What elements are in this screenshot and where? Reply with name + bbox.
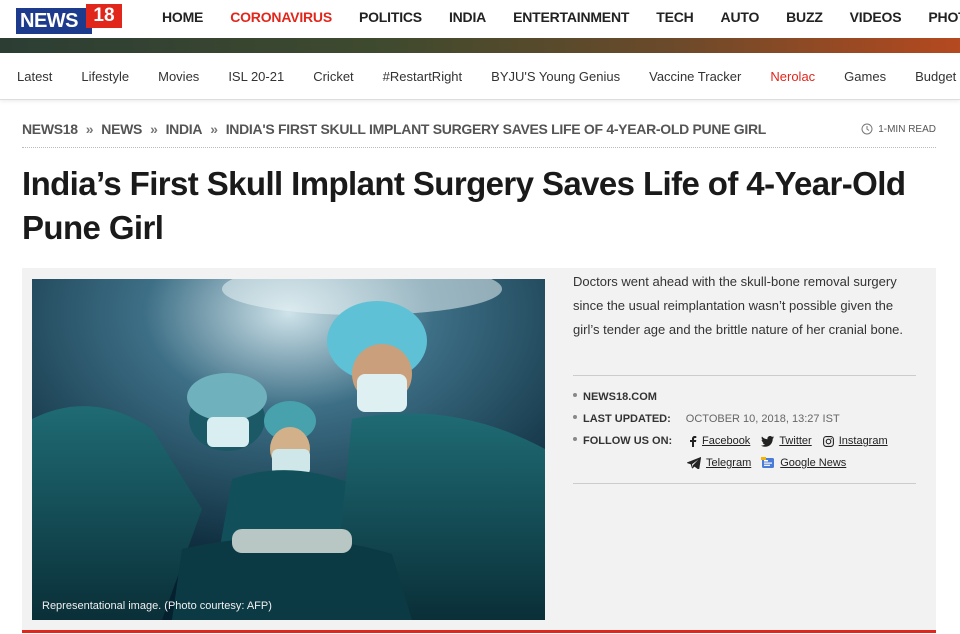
nav-coronavirus[interactable]: CORONAVIRUS <box>230 9 332 25</box>
subnav-vaccine-tracker[interactable]: Vaccine Tracker <box>649 69 741 84</box>
subnav-games[interactable]: Games <box>844 69 886 84</box>
divider <box>573 483 916 484</box>
article-meta: NEWS18.COM LAST UPDATED: OCTOBER 10, 2018… <box>573 386 918 474</box>
header-banner <box>0 38 960 53</box>
telegram-icon <box>687 457 701 469</box>
follow-label: FOLLOW US ON: <box>583 435 673 447</box>
article-photo: Representational image. (Photo courtesy:… <box>32 279 545 620</box>
last-updated-label: LAST UPDATED: <box>583 413 671 425</box>
bullet <box>573 437 577 441</box>
breadcrumb-separator: » <box>210 121 218 137</box>
breadcrumb-separator: » <box>85 121 94 137</box>
logo-word: NEWS <box>16 8 92 34</box>
nav-home[interactable]: HOME <box>162 9 203 25</box>
nav-politics[interactable]: POLITICS <box>359 9 422 25</box>
breadcrumb-separator: » <box>150 121 158 137</box>
read-time: 1-MIN READ <box>861 123 936 135</box>
breadcrumb-news[interactable]: NEWS <box>101 121 142 137</box>
divider <box>573 375 916 376</box>
subnav-latest[interactable]: Latest <box>17 69 52 84</box>
telegram-link[interactable]: Telegram <box>687 452 751 474</box>
source-label: NEWS18.COM <box>583 391 657 403</box>
subnav-cricket[interactable]: Cricket <box>313 69 353 84</box>
facebook-link[interactable]: Facebook <box>689 430 750 452</box>
instagram-icon <box>822 435 834 447</box>
telegram-label: Telegram <box>706 457 752 469</box>
google-news-label: Google News <box>780 457 847 469</box>
bullet <box>573 415 577 419</box>
logo-number: 18 <box>86 4 122 28</box>
subnav-lifestyle[interactable]: Lifestyle <box>81 69 129 84</box>
breadcrumb-list: NEWS18 » NEWS » INDIA » INDIA'S FIRST SKULL IM… <box>22 121 766 137</box>
main-nav: HOME CORONAVIRUS POLITICS INDIA ENTERTAI… <box>162 0 960 34</box>
meta-follow-row: FOLLOW US ON: Facebook Twitter Instagram <box>573 430 918 474</box>
nav-videos[interactable]: VIDEOS <box>850 9 902 25</box>
subnav-movies[interactable]: Movies <box>158 69 199 84</box>
breadcrumb-news18[interactable]: NEWS18 <box>22 121 78 137</box>
social-links: Facebook Twitter Instagram <box>689 430 899 452</box>
subnav-nerolac[interactable]: Nerolac <box>770 69 815 84</box>
subnav-isl[interactable]: ISL 20-21 <box>228 69 284 84</box>
nav-buzz[interactable]: BUZZ <box>786 9 823 25</box>
instagram-link[interactable]: Instagram <box>822 430 888 452</box>
sub-nav: Latest Lifestyle Movies ISL 20-21 Cricke… <box>0 53 960 100</box>
breadcrumb: NEWS18 » NEWS » INDIA » INDIA'S FIRST SKULL IM… <box>22 121 936 148</box>
subnav-restartright[interactable]: #RestartRight <box>383 69 462 84</box>
surgery-photo-illustration <box>32 279 545 620</box>
article-summary: Doctors went ahead with the skull-bone r… <box>573 274 904 337</box>
subnav-byjus[interactable]: BYJU'S Young Genius <box>491 69 620 84</box>
twitter-label: Twitter <box>779 435 812 447</box>
google-news-icon <box>761 457 775 468</box>
nav-tech[interactable]: TECH <box>656 9 694 25</box>
article-title: India’s First Skull Implant Surgery Save… <box>22 165 906 246</box>
last-updated-value: OCTOBER 10, 2018, 13:27 IST <box>685 413 840 425</box>
nav-india[interactable]: INDIA <box>449 9 486 25</box>
facebook-label: Facebook <box>702 435 751 447</box>
photo-caption: Representational image. (Photo courtesy:… <box>42 600 272 612</box>
facebook-icon <box>690 435 697 447</box>
bullet <box>573 393 577 397</box>
nav-entertainment[interactable]: ENTERTAINMENT <box>513 9 629 25</box>
meta-source-row: NEWS18.COM <box>573 386 918 408</box>
social-links-row2: Telegram Google News <box>687 452 846 474</box>
nav-photos[interactable]: PHOT <box>928 9 960 25</box>
clock-icon <box>861 123 873 135</box>
section-divider <box>22 630 936 633</box>
nav-auto[interactable]: AUTO <box>721 9 760 25</box>
breadcrumb-current: INDIA'S FIRST SKULL IMPLANT SURGERY SAVE… <box>225 121 767 137</box>
article-lead: Representational image. (Photo courtesy:… <box>22 268 936 630</box>
instagram-label: Instagram <box>838 435 888 447</box>
subnav-budget[interactable]: Budget <box>915 69 956 84</box>
google-news-link[interactable]: Google News <box>761 452 846 474</box>
breadcrumb-india[interactable]: INDIA <box>166 121 203 137</box>
read-time-label: 1-MIN READ <box>878 123 936 135</box>
top-bar: NEWS 18 HOME CORONAVIRUS POLITICS INDIA … <box>0 0 960 38</box>
meta-updated-row: LAST UPDATED: OCTOBER 10, 2018, 13:27 IST <box>573 408 918 430</box>
twitter-link[interactable]: Twitter <box>761 430 812 452</box>
twitter-icon <box>761 435 775 447</box>
